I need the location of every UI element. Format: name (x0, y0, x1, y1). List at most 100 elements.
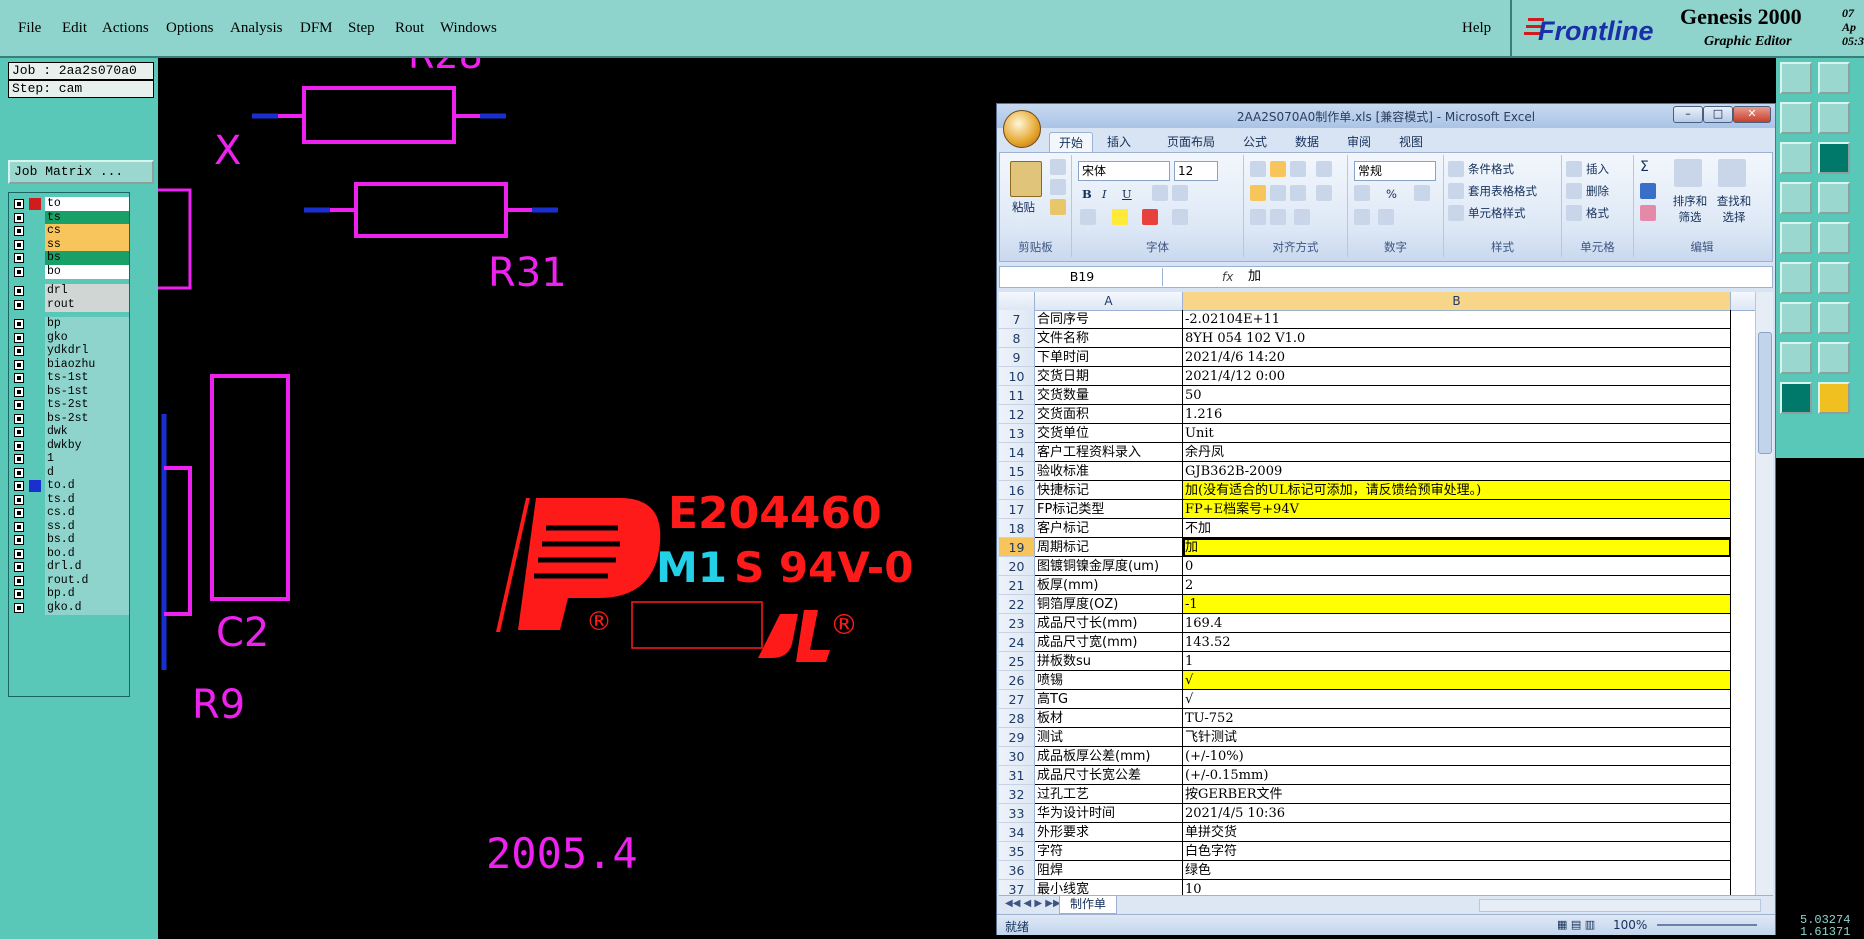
layer-name[interactable]: drl.d (45, 560, 129, 574)
cell-a[interactable]: 下单时间 (1035, 348, 1183, 367)
row-header[interactable]: 19 (999, 538, 1035, 557)
row-header[interactable]: 33 (999, 804, 1035, 823)
layer-checkbox[interactable] (14, 253, 24, 263)
sheet-tab[interactable]: 制作单 (1059, 896, 1118, 914)
row-header[interactable]: 20 (999, 557, 1035, 576)
indent-decrease-icon[interactable] (1250, 209, 1266, 225)
copy-icon[interactable] (1050, 179, 1066, 195)
layer-row[interactable]: bs-1st (11, 384, 129, 399)
row-header[interactable]: 31 (999, 766, 1035, 785)
cell-b[interactable]: 50 (1183, 386, 1731, 405)
layer-checkbox[interactable] (14, 299, 24, 310)
layer-checkbox[interactable] (14, 535, 24, 545)
layer-checkbox[interactable] (14, 589, 24, 599)
layer-name[interactable]: drl (45, 284, 129, 298)
format-painter-icon[interactable] (1050, 199, 1066, 215)
row-header[interactable]: 23 (999, 614, 1035, 633)
layer-checkbox[interactable] (14, 319, 24, 329)
layer-name[interactable]: gko.d (45, 600, 129, 615)
conditional-format-button[interactable]: 条件格式 (1468, 161, 1514, 177)
tool-button[interactable] (1818, 222, 1850, 254)
column-header-b[interactable]: B (1183, 292, 1731, 310)
close-button[interactable]: ✕ (1733, 106, 1771, 123)
scrollbar-thumb[interactable] (1758, 332, 1772, 454)
row-header[interactable]: 9 (999, 348, 1035, 367)
layer-row[interactable]: drl.d (11, 560, 129, 574)
cell-a[interactable]: 交货数量 (1035, 386, 1183, 405)
layer-name[interactable]: ss.d (45, 519, 129, 534)
tool-button[interactable] (1818, 262, 1850, 294)
layer-name[interactable]: ss (45, 237, 129, 252)
layer-checkbox[interactable] (14, 508, 24, 518)
autosum-button[interactable]: Σ (1640, 159, 1649, 175)
layer-name[interactable]: bo (45, 264, 129, 279)
tool-button[interactable] (1780, 342, 1812, 374)
layer-row[interactable]: ss.d (11, 519, 129, 534)
layer-checkbox[interactable] (14, 346, 24, 356)
cell-b[interactable]: 0 (1183, 557, 1731, 576)
cell-a[interactable]: 华为设计时间 (1035, 804, 1183, 823)
grow-font-icon[interactable] (1152, 185, 1168, 201)
cell-a[interactable]: 周期标记 (1035, 538, 1183, 557)
layer-name[interactable]: gko (45, 330, 129, 345)
layer-row[interactable]: ss (11, 237, 129, 252)
cell-b[interactable]: Unit (1183, 424, 1731, 443)
decrease-decimal-icon[interactable] (1378, 209, 1394, 225)
increase-decimal-icon[interactable] (1354, 209, 1370, 225)
formula-input[interactable]: 加 (1248, 268, 1261, 286)
layer-row[interactable]: dwkby (11, 438, 129, 453)
cell-b[interactable]: FP+E档案号+94V (1183, 500, 1731, 519)
layer-name[interactable]: ydkdrl (45, 344, 129, 358)
format-as-table-button[interactable]: 套用表格格式 (1468, 183, 1537, 199)
row-header[interactable]: 15 (999, 462, 1035, 481)
tool-button[interactable] (1780, 102, 1812, 134)
font-name-select[interactable]: 宋体 (1078, 161, 1170, 181)
layer-name[interactable]: rout (45, 297, 129, 312)
layer-name[interactable]: biaozhu (45, 357, 129, 372)
comma-icon[interactable] (1414, 185, 1430, 201)
cell-a[interactable]: 铜箔厚度(OZ) (1035, 595, 1183, 614)
merge-center-icon[interactable] (1316, 185, 1332, 201)
view-buttons[interactable]: ▦ ▤ ▥ (1557, 918, 1595, 931)
cell-a[interactable]: 板材 (1035, 709, 1183, 728)
layer-checkbox[interactable] (14, 226, 24, 236)
row-header[interactable]: 24 (999, 633, 1035, 652)
tool-button[interactable] (1818, 382, 1850, 414)
shrink-font-icon[interactable] (1172, 185, 1188, 201)
row-header[interactable]: 25 (999, 652, 1035, 671)
layer-row[interactable]: to (11, 197, 129, 211)
row-header[interactable]: 36 (999, 861, 1035, 880)
layer-row[interactable]: biaozhu (11, 357, 129, 372)
font-size-select[interactable]: 12 (1174, 161, 1218, 181)
layer-row[interactable]: to.d (11, 479, 129, 493)
tool-button[interactable] (1780, 62, 1812, 94)
cell-b[interactable]: -2.02104E+11 (1183, 310, 1731, 329)
cell-a[interactable]: 验收标准 (1035, 462, 1183, 481)
clear-icon[interactable] (1640, 205, 1656, 221)
font-color-icon[interactable] (1142, 209, 1158, 225)
cell-a[interactable]: FP标记类型 (1035, 500, 1183, 519)
row-header[interactable]: 22 (999, 595, 1035, 614)
zoom-slider[interactable] (1657, 924, 1757, 926)
layer-checkbox[interactable] (14, 359, 24, 370)
menu-file[interactable]: File (18, 20, 41, 37)
row-header[interactable]: 34 (999, 823, 1035, 842)
vertical-scrollbar[interactable] (1755, 292, 1773, 895)
layer-checkbox[interactable] (14, 400, 24, 410)
row-header[interactable]: 18 (999, 519, 1035, 538)
layer-checkbox[interactable] (14, 467, 24, 478)
layer-row[interactable]: gko.d (11, 600, 129, 615)
layer-row[interactable]: bp (11, 317, 129, 331)
cell-a[interactable]: 成品板厚公差(mm) (1035, 747, 1183, 766)
cell-b[interactable]: 余丹凤 (1183, 443, 1731, 462)
align-top-icon[interactable] (1250, 161, 1266, 177)
layer-row[interactable]: bs-2st (11, 411, 129, 426)
layer-checkbox[interactable] (14, 239, 24, 250)
layer-checkbox[interactable] (14, 481, 24, 491)
layer-name[interactable]: d (45, 465, 129, 480)
row-header[interactable]: 16 (999, 481, 1035, 500)
cell-b[interactable]: 白色字符 (1183, 842, 1731, 861)
cell-b[interactable]: 1 (1183, 652, 1731, 671)
row-header[interactable]: 10 (999, 367, 1035, 386)
cell-a[interactable]: 成品尺寸长宽公差 (1035, 766, 1183, 785)
